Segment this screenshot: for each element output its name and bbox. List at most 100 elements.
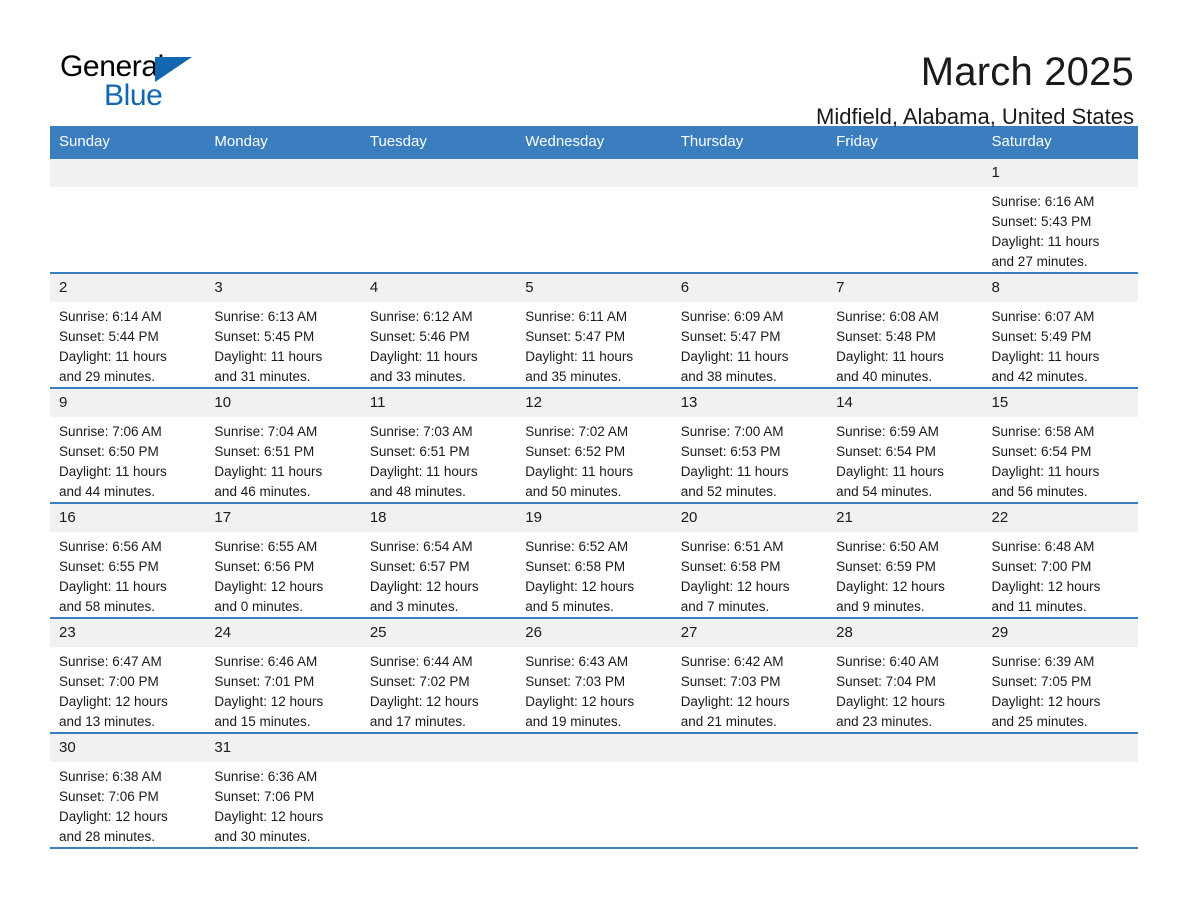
sunset-time: Sunset: 7:01 PM bbox=[214, 674, 315, 689]
calendar-day-cell[interactable]: 15 Sunrise: 6:58 AM Sunset: 6:54 PM Dayligh… bbox=[982, 387, 1138, 503]
day-sun-info: Sunrise: 6:44 AM Sunset: 7:02 PM Daylight:… bbox=[361, 647, 516, 732]
calendar-day-cell[interactable]: 27 Sunrise: 6:42 AM Sunset: 7:03 PM Dayligh… bbox=[671, 617, 828, 733]
sunset-time: Sunset: 7:04 PM bbox=[836, 674, 936, 689]
day-number: 12 bbox=[516, 389, 672, 417]
day-number: 13 bbox=[671, 389, 828, 417]
sunset-time: Sunset: 5:46 PM bbox=[369, 329, 470, 344]
day-number: 11 bbox=[360, 389, 517, 417]
daylight-duration-line1: Daylight: 11 hours bbox=[59, 579, 167, 594]
calendar-day-cell[interactable]: 6 Sunrise: 6:09 AM Sunset: 5:47 PM Daylight… bbox=[671, 272, 828, 388]
calendar-day-cell[interactable]: 20 Sunrise: 6:51 AM Sunset: 6:58 PM Dayligh… bbox=[671, 502, 828, 618]
day-number bbox=[205, 159, 361, 187]
daylight-duration-line1: Daylight: 11 hours bbox=[991, 349, 1100, 364]
day-sun-info: Sunrise: 7:06 AM Sunset: 6:50 PM Daylight:… bbox=[50, 417, 205, 502]
calendar-week-row: 30 Sunrise: 6:38 AM Sunset: 7:06 PM Dayligh… bbox=[50, 732, 1138, 847]
calendar-day-cell[interactable]: 7 Sunrise: 6:08 AM Sunset: 5:48 PM Daylight… bbox=[827, 272, 983, 388]
sunrise-time: Sunrise: 6:08 AM bbox=[836, 309, 939, 324]
calendar-day-cell[interactable]: 19 Sunrise: 6:52 AM Sunset: 6:58 PM Dayligh… bbox=[516, 502, 672, 618]
day-cell-content: 15 Sunrise: 6:58 AM Sunset: 6:54 PM Dayligh… bbox=[982, 389, 1138, 502]
day-number: 5 bbox=[516, 274, 672, 302]
daylight-duration-line1: Daylight: 11 hours bbox=[369, 464, 478, 479]
day-cell-content bbox=[50, 159, 206, 272]
calendar-day-cell[interactable]: 18 Sunrise: 6:54 AM Sunset: 6:57 PM Dayligh… bbox=[360, 502, 517, 618]
calendar-day-cell[interactable]: 12 Sunrise: 7:02 AM Sunset: 6:52 PM Dayligh… bbox=[516, 387, 672, 503]
day-cell-content bbox=[360, 159, 517, 272]
calendar-day-cell[interactable]: 8 Sunrise: 6:07 AM Sunset: 5:49 PM Daylight… bbox=[982, 272, 1138, 388]
calendar-day-cell[interactable]: 4 Sunrise: 6:12 AM Sunset: 5:46 PM Daylight… bbox=[360, 272, 517, 388]
general-blue-logo[interactable]: General Blue bbox=[52, 48, 202, 120]
day-number: 2 bbox=[50, 274, 206, 302]
calendar-day-cell[interactable]: 22 Sunrise: 6:48 AM Sunset: 7:00 PM Dayligh… bbox=[982, 502, 1138, 618]
calendar-day-cell bbox=[360, 159, 517, 273]
calendar-day-cell[interactable]: 16 Sunrise: 6:56 AM Sunset: 6:55 PM Dayligh… bbox=[50, 502, 206, 618]
day-number bbox=[360, 159, 517, 187]
day-number: 6 bbox=[671, 274, 828, 302]
calendar-day-cell[interactable]: 24 Sunrise: 6:46 AM Sunset: 7:01 PM Dayligh… bbox=[205, 617, 361, 733]
calendar-bottom-rule bbox=[50, 847, 1138, 849]
calendar-day-cell[interactable]: 28 Sunrise: 6:40 AM Sunset: 7:04 PM Dayligh… bbox=[827, 617, 983, 733]
day-number bbox=[360, 734, 517, 762]
day-cell-content: 3 Sunrise: 6:13 AM Sunset: 5:45 PM Daylight… bbox=[205, 274, 361, 387]
day-sun-info: Sunrise: 7:03 AM Sunset: 6:51 PM Daylight:… bbox=[361, 417, 516, 502]
daylight-duration-line2: and 56 minutes. bbox=[991, 484, 1088, 499]
daylight-duration-line2: and 13 minutes. bbox=[59, 714, 156, 729]
day-number: 17 bbox=[205, 504, 361, 532]
calendar-day-cell bbox=[50, 159, 206, 273]
calendar-day-cell[interactable]: 29 Sunrise: 6:39 AM Sunset: 7:05 PM Dayligh… bbox=[982, 617, 1138, 733]
daylight-duration-line2: and 35 minutes. bbox=[525, 369, 622, 384]
daylight-duration-line1: Daylight: 12 hours bbox=[991, 579, 1101, 594]
day-cell-content: 7 Sunrise: 6:08 AM Sunset: 5:48 PM Daylight… bbox=[827, 274, 983, 387]
calendar-day-cell[interactable]: 11 Sunrise: 7:03 AM Sunset: 6:51 PM Dayligh… bbox=[360, 387, 517, 503]
daylight-duration-line1: Daylight: 12 hours bbox=[369, 694, 479, 709]
day-cell-content bbox=[205, 159, 361, 272]
daylight-duration-line2: and 50 minutes. bbox=[525, 484, 622, 499]
sunrise-time: Sunrise: 7:03 AM bbox=[369, 424, 473, 439]
sunrise-time: Sunrise: 6:43 AM bbox=[525, 654, 629, 669]
sunrise-time: Sunrise: 7:04 AM bbox=[214, 424, 318, 439]
sunset-time: Sunset: 5:45 PM bbox=[214, 329, 315, 344]
day-sun-info: Sunrise: 6:16 AM Sunset: 5:43 PM Daylight:… bbox=[983, 187, 1138, 272]
calendar-day-cell[interactable]: 30 Sunrise: 6:38 AM Sunset: 7:06 PM Dayligh… bbox=[50, 732, 206, 847]
day-cell-content: 22 Sunrise: 6:48 AM Sunset: 7:00 PM Dayligh… bbox=[982, 504, 1138, 617]
calendar-day-cell bbox=[982, 732, 1138, 847]
sunrise-time: Sunrise: 6:56 AM bbox=[59, 539, 162, 554]
calendar-day-cell bbox=[360, 732, 517, 847]
calendar-day-cell[interactable]: 21 Sunrise: 6:50 AM Sunset: 6:59 PM Dayligh… bbox=[827, 502, 983, 618]
day-number: 16 bbox=[50, 504, 206, 532]
sunrise-time: Sunrise: 7:06 AM bbox=[59, 424, 162, 439]
calendar-day-cell[interactable]: 9 Sunrise: 7:06 AM Sunset: 6:50 PM Daylight… bbox=[50, 387, 206, 503]
calendar-day-cell[interactable]: 13 Sunrise: 7:00 AM Sunset: 6:53 PM Dayligh… bbox=[671, 387, 828, 503]
day-cell-content bbox=[516, 159, 672, 272]
calendar-day-cell[interactable]: 1 Sunrise: 6:16 AM Sunset: 5:43 PM Daylight… bbox=[982, 159, 1138, 273]
day-sun-info: Sunrise: 6:11 AM Sunset: 5:47 PM Daylight:… bbox=[516, 302, 671, 387]
day-number: 20 bbox=[671, 504, 828, 532]
daylight-duration-line1: Daylight: 11 hours bbox=[59, 349, 167, 364]
daylight-duration-line2: and 0 minutes. bbox=[214, 599, 303, 614]
sunrise-time: Sunrise: 6:48 AM bbox=[991, 539, 1095, 554]
calendar-day-cell[interactable]: 2 Sunrise: 6:14 AM Sunset: 5:44 PM Daylight… bbox=[50, 272, 206, 388]
daylight-duration-line2: and 19 minutes. bbox=[525, 714, 622, 729]
day-number: 19 bbox=[516, 504, 672, 532]
day-cell-content: 10 Sunrise: 7:04 AM Sunset: 6:51 PM Dayligh… bbox=[205, 389, 361, 502]
calendar-day-cell[interactable]: 5 Sunrise: 6:11 AM Sunset: 5:47 PM Daylight… bbox=[516, 272, 672, 388]
calendar-day-cell[interactable]: 14 Sunrise: 6:59 AM Sunset: 6:54 PM Dayligh… bbox=[827, 387, 983, 503]
day-cell-content bbox=[827, 159, 983, 272]
sunrise-time: Sunrise: 6:38 AM bbox=[59, 769, 162, 784]
sunset-time: Sunset: 7:00 PM bbox=[59, 674, 159, 689]
calendar-day-cell[interactable]: 17 Sunrise: 6:55 AM Sunset: 6:56 PM Dayligh… bbox=[205, 502, 361, 618]
calendar-week-row: 16 Sunrise: 6:56 AM Sunset: 6:55 PM Dayligh… bbox=[50, 502, 1138, 618]
calendar-day-cell[interactable]: 10 Sunrise: 7:04 AM Sunset: 6:51 PM Dayligh… bbox=[205, 387, 361, 503]
daylight-duration-line2: and 40 minutes. bbox=[836, 369, 933, 384]
daylight-duration-line1: Daylight: 12 hours bbox=[836, 579, 945, 594]
sunset-time: Sunset: 5:47 PM bbox=[680, 329, 781, 344]
calendar-day-cell[interactable]: 26 Sunrise: 6:43 AM Sunset: 7:03 PM Dayligh… bbox=[516, 617, 672, 733]
sunset-time: Sunset: 7:03 PM bbox=[525, 674, 626, 689]
daylight-duration-line1: Daylight: 11 hours bbox=[836, 464, 944, 479]
daylight-duration-line2: and 48 minutes. bbox=[369, 484, 466, 499]
daylight-duration-line1: Daylight: 11 hours bbox=[525, 464, 634, 479]
day-cell-content bbox=[671, 734, 828, 847]
calendar-day-cell[interactable]: 31 Sunrise: 6:36 AM Sunset: 7:06 PM Dayligh… bbox=[205, 732, 361, 847]
calendar-day-cell[interactable]: 25 Sunrise: 6:44 AM Sunset: 7:02 PM Dayligh… bbox=[360, 617, 517, 733]
calendar-day-cell[interactable]: 23 Sunrise: 6:47 AM Sunset: 7:00 PM Dayligh… bbox=[50, 617, 206, 733]
calendar-day-cell[interactable]: 3 Sunrise: 6:13 AM Sunset: 5:45 PM Daylight… bbox=[205, 272, 361, 388]
